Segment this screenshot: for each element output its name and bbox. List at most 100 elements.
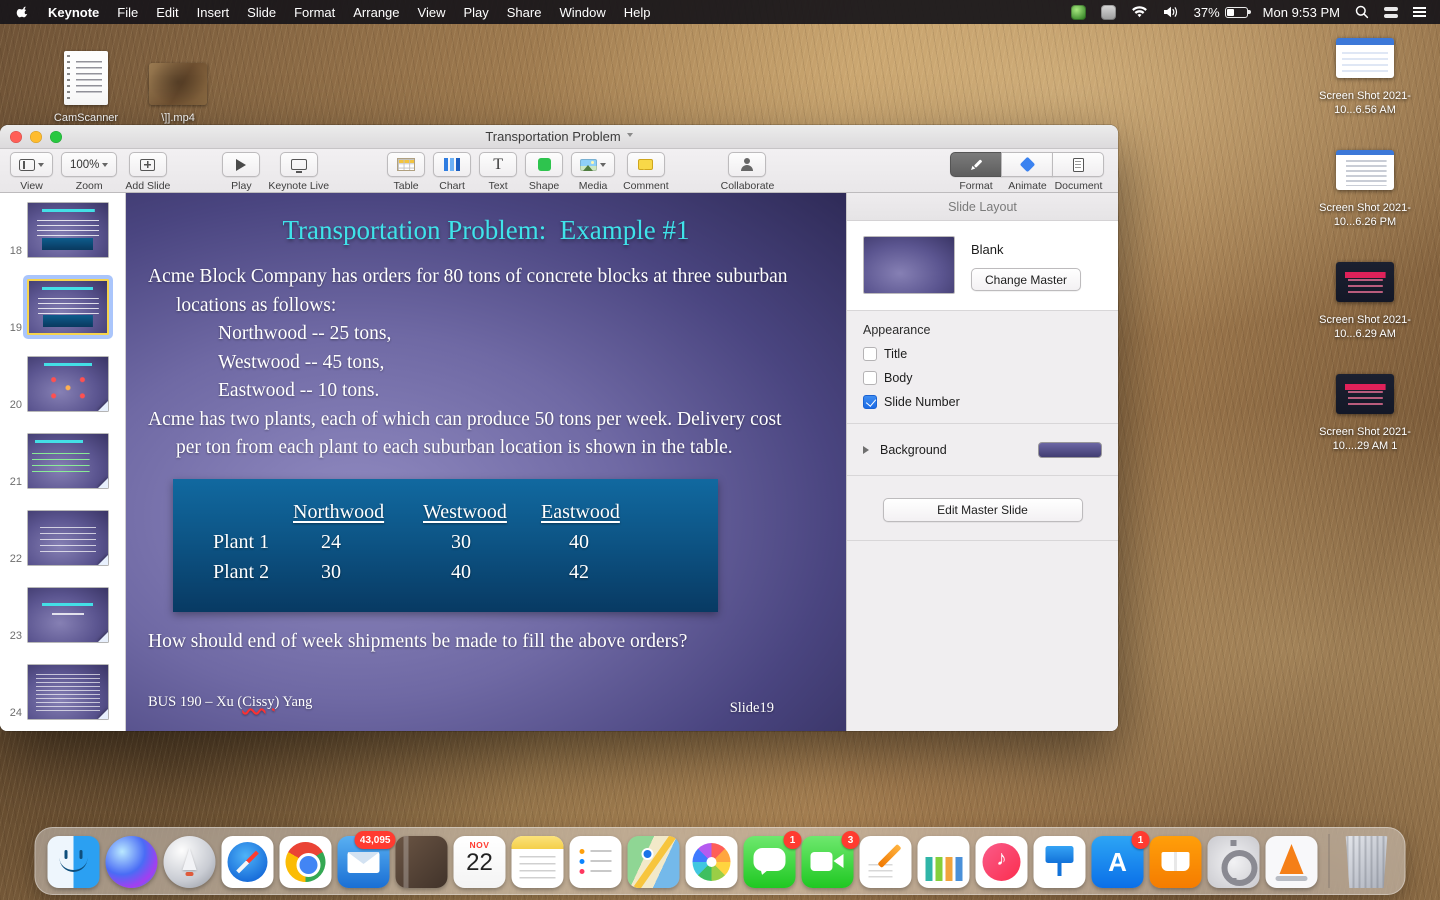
- checkbox[interactable]: [863, 371, 877, 385]
- dock-item-app-store[interactable]: A1: [1092, 836, 1144, 888]
- menu-play[interactable]: Play: [463, 5, 488, 20]
- desktop-file-camscanner[interactable]: CamScanner: [40, 32, 132, 124]
- text-button[interactable]: [479, 152, 517, 177]
- slide-number-text[interactable]: Slide19: [730, 700, 774, 717]
- collaborate-button[interactable]: [728, 152, 766, 177]
- chart-button[interactable]: [433, 152, 471, 177]
- dock-item-vlc[interactable]: [1266, 836, 1318, 888]
- slide-footer-text[interactable]: BUS 190 – Xu (Cissy) Yang: [148, 694, 312, 711]
- dock-item-siri[interactable]: [106, 836, 158, 888]
- slide-question-text[interactable]: How should end of week shipments be made…: [148, 631, 687, 653]
- dock-item-photos[interactable]: [686, 836, 738, 888]
- menu-view[interactable]: View: [418, 5, 446, 20]
- dock-item-facetime[interactable]: 3: [802, 836, 854, 888]
- battery-indicator[interactable]: 37%: [1194, 5, 1248, 20]
- toolbar-item-view: View: [10, 152, 53, 192]
- view-button[interactable]: [10, 152, 53, 177]
- status-app-icon-2[interactable]: [1101, 5, 1116, 20]
- apple-menu-icon[interactable]: [16, 5, 30, 20]
- screenshot-file[interactable]: Screen Shot 2021-10...6.56 AM: [1302, 38, 1428, 150]
- slide-thumbnail-22[interactable]: [27, 510, 109, 566]
- menu-items: File Edit Insert Slide Format Arrange View Play…: [117, 5, 650, 20]
- checkbox[interactable]: [863, 347, 877, 361]
- screenshot-file[interactable]: Screen Shot 2021-10...6.29 AM: [1302, 262, 1428, 374]
- dock-item-keynote[interactable]: [1034, 836, 1086, 888]
- slide-thumbnail-18[interactable]: [27, 202, 109, 258]
- table-button[interactable]: [387, 152, 425, 177]
- dock-item-pages[interactable]: [860, 836, 912, 888]
- document-button[interactable]: [1052, 152, 1104, 177]
- dock-item-finder[interactable]: [48, 836, 100, 888]
- slide-layout-section: Blank Change Master: [847, 221, 1118, 311]
- slide-canvas[interactable]: Transportation Problem: Example #1 Acme …: [126, 193, 846, 731]
- menu-app-name[interactable]: Keynote: [48, 5, 99, 20]
- dock-item-numbers[interactable]: [918, 836, 970, 888]
- edit-master-slide-button[interactable]: Edit Master Slide: [883, 498, 1083, 522]
- dock-item-launchpad[interactable]: [164, 836, 216, 888]
- play-button[interactable]: [222, 152, 260, 177]
- change-master-button[interactable]: Change Master: [971, 268, 1081, 291]
- appearance-option-body[interactable]: Body: [863, 371, 1102, 385]
- volume-icon[interactable]: [1163, 6, 1179, 18]
- title-chevron-icon[interactable]: [627, 133, 633, 140]
- dock-item-books[interactable]: [1150, 836, 1202, 888]
- notification-center-icon[interactable]: [1413, 7, 1426, 17]
- dock-item-messages[interactable]: 1: [744, 836, 796, 888]
- slide-thumbnail-24[interactable]: [27, 664, 109, 720]
- desktop-file-video[interactable]: \]].mp4: [132, 32, 224, 124]
- slide-thumbnail-20[interactable]: [27, 356, 109, 412]
- wifi-icon[interactable]: [1131, 6, 1148, 18]
- screenshot-file[interactable]: Screen Shot 2021-10...6.26 PM: [1302, 150, 1428, 262]
- window-titlebar[interactable]: Transportation Problem: [0, 125, 1118, 149]
- table-header-cell: Northwood: [285, 501, 415, 531]
- menu-help[interactable]: Help: [624, 5, 651, 20]
- appearance-option-slide-number[interactable]: Slide Number: [863, 395, 1102, 409]
- animate-button[interactable]: [1001, 152, 1053, 177]
- dock-item-system-preferences[interactable]: [1208, 836, 1260, 888]
- zoom-button[interactable]: 100%: [61, 152, 117, 177]
- dock-item-safari[interactable]: [222, 836, 274, 888]
- dock-item-music[interactable]: [976, 836, 1028, 888]
- media-button[interactable]: [571, 152, 615, 177]
- slide-thumbnail-21[interactable]: [27, 433, 109, 489]
- shape-button[interactable]: [525, 152, 563, 177]
- add-slide-button[interactable]: [129, 152, 167, 177]
- dock-item-journal[interactable]: [396, 836, 448, 888]
- slide-body-textbox[interactable]: Acme Block Company has orders for 80 ton…: [148, 263, 810, 463]
- status-app-icon-1[interactable]: [1071, 5, 1086, 20]
- checkbox-checked[interactable]: [863, 395, 877, 409]
- dock-item-trash[interactable]: [1341, 836, 1393, 888]
- spotlight-icon[interactable]: [1355, 5, 1369, 19]
- menu-arrange[interactable]: Arrange: [353, 5, 399, 20]
- background-color-swatch[interactable]: [1038, 442, 1102, 458]
- toolbar-label: Format: [959, 180, 992, 192]
- background-row[interactable]: Background: [847, 424, 1118, 476]
- slide-title[interactable]: Transportation Problem: Example #1: [126, 215, 846, 246]
- dock-item-chrome[interactable]: [280, 836, 332, 888]
- menu-file[interactable]: File: [117, 5, 138, 20]
- appearance-option-title[interactable]: Title: [863, 347, 1102, 361]
- disclosure-triangle-icon[interactable]: [863, 446, 873, 454]
- dock-item-reminders[interactable]: [570, 836, 622, 888]
- slide-table[interactable]: NorthwoodWestwoodEastwoodPlant 1243040Pl…: [173, 479, 718, 612]
- menu-insert[interactable]: Insert: [197, 5, 230, 20]
- menu-format[interactable]: Format: [294, 5, 335, 20]
- screenshot-file[interactable]: Screen Shot 2021-10....29 AM 1: [1302, 374, 1428, 486]
- dock-item-notes[interactable]: [512, 836, 564, 888]
- layout-thumbnail[interactable]: [863, 236, 955, 294]
- menu-window[interactable]: Window: [559, 5, 605, 20]
- keynote-live-button[interactable]: [280, 152, 318, 177]
- format-button[interactable]: [950, 152, 1002, 177]
- dock-item-maps[interactable]: [628, 836, 680, 888]
- dock-item-mail[interactable]: 43,095: [338, 836, 390, 888]
- menu-edit[interactable]: Edit: [156, 5, 178, 20]
- comment-button[interactable]: [627, 152, 665, 177]
- menu-slide[interactable]: Slide: [247, 5, 276, 20]
- menu-share[interactable]: Share: [507, 5, 542, 20]
- slide-thumbnail-19[interactable]: [27, 279, 109, 335]
- slide-thumbnail-23[interactable]: [27, 587, 109, 643]
- slide-navigator[interactable]: 18192021222324: [0, 193, 126, 731]
- menu-clock[interactable]: Mon 9:53 PM: [1263, 5, 1340, 20]
- dock-item-calendar[interactable]: NOV22: [454, 836, 506, 888]
- control-center-icon[interactable]: [1384, 7, 1398, 18]
